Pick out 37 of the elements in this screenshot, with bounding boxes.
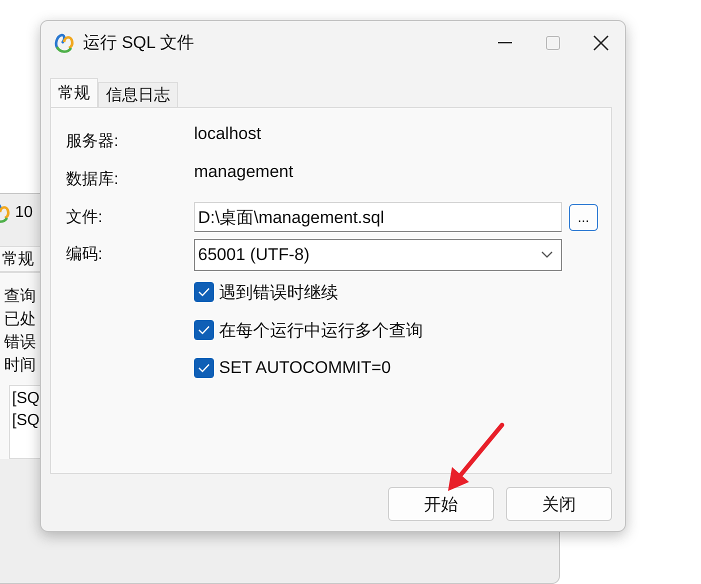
window-title: 运行 SQL 文件 — [83, 32, 195, 54]
checkbox[interactable] — [194, 320, 214, 340]
log-line: [SQ — [12, 411, 41, 431]
encoding-dropdown[interactable]: 65001 (UTF-8) — [194, 238, 562, 270]
tab[interactable]: 信息日志 — [98, 82, 178, 107]
close-dialog-button[interactable]: 关闭 — [506, 487, 612, 521]
checkbox-label: 在每个运行中运行多个查询 — [219, 320, 423, 342]
browse-button[interactable]: ... — [569, 204, 598, 230]
field-label: 文件: — [66, 208, 104, 228]
check-icon — [198, 363, 210, 373]
maximize-icon — [546, 36, 560, 50]
window-title: 10 — [15, 204, 33, 222]
app-logo-icon — [53, 32, 75, 54]
field-label: 查询 — [4, 286, 36, 307]
close-icon — [593, 34, 609, 50]
tab[interactable]: 常规 — [50, 78, 98, 107]
start-button[interactable]: 开始 — [388, 487, 494, 521]
chevron-down-icon — [541, 250, 553, 258]
tab[interactable]: 常规 — [0, 246, 43, 272]
annotation-arrow — [448, 422, 504, 491]
check-icon — [198, 287, 210, 297]
field-label: 时间 — [4, 356, 36, 376]
field-value: management — [194, 162, 294, 182]
checkbox-label: 遇到错误时继续 — [219, 282, 338, 304]
minimize-icon — [498, 42, 512, 44]
field-label: 错误 — [4, 333, 36, 353]
file-path-field[interactable]: D:\桌面\management.sql — [194, 202, 562, 232]
field-value: localhost — [194, 124, 262, 144]
field-label: 服务器: — [66, 132, 120, 152]
checkbox[interactable] — [194, 282, 214, 302]
field-label: 已处 — [4, 310, 36, 330]
log-line: [SQ — [12, 389, 41, 409]
field-label: 数据库: — [66, 170, 120, 190]
field-label: 编码: — [66, 244, 104, 265]
check-icon — [198, 325, 210, 335]
checkbox-label: SET AUTOCOMMIT=0 — [219, 358, 391, 378]
checkbox[interactable] — [194, 358, 214, 378]
